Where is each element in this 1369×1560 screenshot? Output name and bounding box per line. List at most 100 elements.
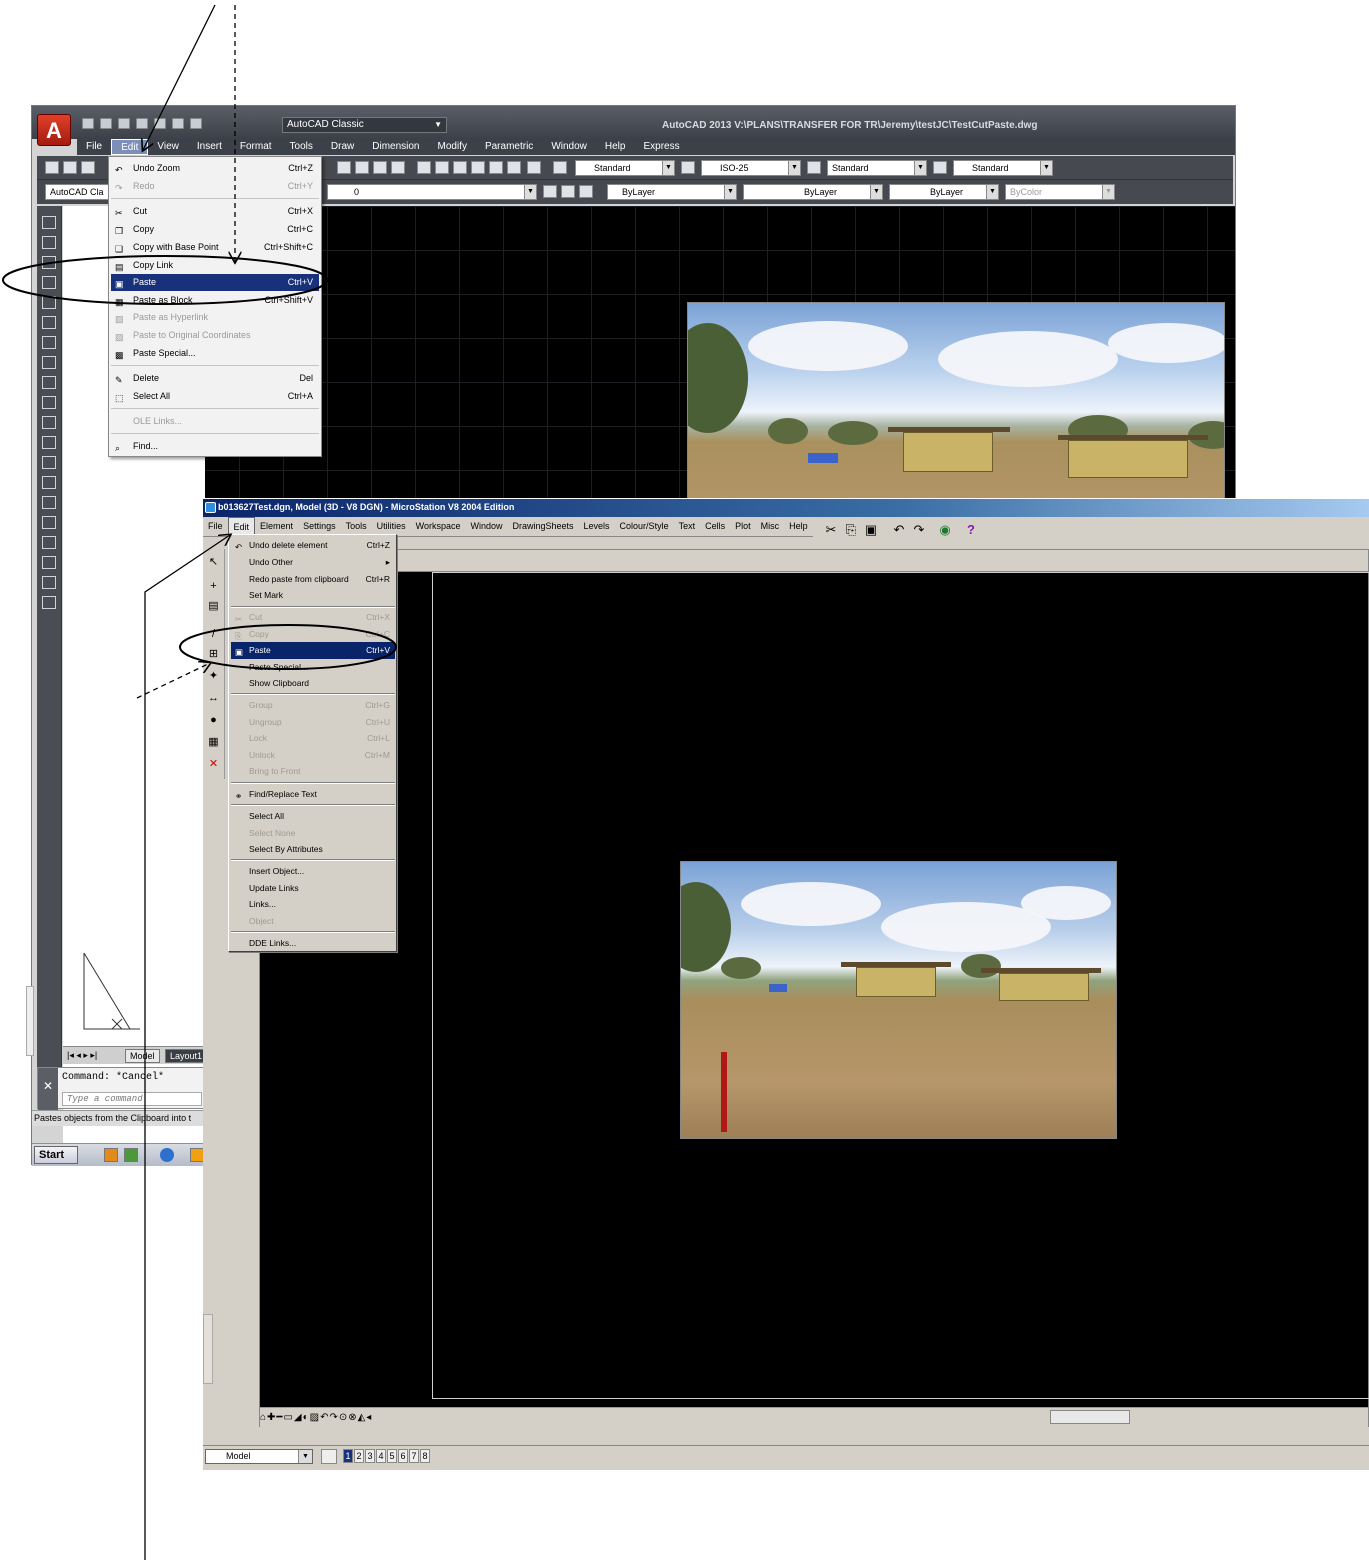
globe-icon[interactable]: ◉ (937, 522, 953, 538)
menu-item-copy-link[interactable]: ▤ Copy Link (111, 257, 319, 274)
start-button[interactable]: Start (34, 1146, 78, 1164)
menu-item-undo-other[interactable]: Undo Other ▸ (231, 554, 395, 571)
table-style-icon[interactable] (807, 161, 821, 174)
gradient-icon[interactable] (42, 516, 56, 529)
dim-style-combo[interactable]: ISO-25 ▼ (701, 160, 801, 176)
pasted-image[interactable] (687, 302, 1225, 502)
menu-drawingsheets[interactable]: DrawingSheets (508, 517, 579, 536)
menu-item-paste-special[interactable]: ▩ Paste Special... (111, 345, 319, 362)
mleader-style-combo[interactable]: Standard ▼ (953, 160, 1053, 176)
light-icon[interactable]: ✦ (206, 669, 221, 684)
menu-plot[interactable]: Plot (730, 517, 756, 536)
make-current-layer-icon[interactable] (543, 185, 557, 198)
menu-draw[interactable]: Draw (322, 139, 363, 155)
fence-icon[interactable]: + (206, 579, 221, 594)
workspace-dropdown[interactable]: AutoCAD Classic ▼ (282, 117, 447, 133)
table-icon[interactable] (42, 556, 56, 569)
menu-item-select-by-attributes[interactable]: Select By Attributes (231, 841, 395, 858)
close-icon[interactable]: ✕ (38, 1068, 58, 1110)
zoom-window-icon[interactable] (373, 161, 387, 174)
delete-icon[interactable]: ✕ (206, 757, 221, 772)
autocad-app-button[interactable]: A (37, 114, 71, 146)
explorer-icon[interactable] (124, 1148, 138, 1162)
menu-format[interactable]: Format (231, 139, 281, 155)
menu-item-paste[interactable]: ▣ Paste Ctrl+V (231, 642, 395, 659)
menu-item-paste-as-block[interactable]: ▦ Paste as Block Ctrl+Shift+V (111, 292, 319, 309)
menu-help[interactable]: Help (784, 517, 813, 536)
menu-item-select-all[interactable]: Select All (231, 808, 395, 825)
copy-icon[interactable]: ⎘ (843, 522, 859, 538)
menu-item-lock[interactable]: Lock Ctrl+L (231, 730, 395, 747)
menu-item-undo[interactable]: ↶ Undo delete element Ctrl+Z (231, 537, 395, 554)
undo-icon[interactable]: ↶ (891, 522, 907, 538)
redo-icon[interactable] (190, 118, 202, 129)
redo-icon[interactable]: ↷ (911, 522, 927, 538)
help-icon[interactable] (527, 161, 541, 174)
view-toggle-4[interactable]: 4 (376, 1449, 386, 1463)
outlook-icon[interactable] (104, 1148, 118, 1162)
horizontal-scrollbar[interactable] (1050, 1410, 1130, 1424)
menu-item-insert-object[interactable]: Insert Object... (231, 863, 395, 880)
internet-explorer-icon[interactable] (160, 1148, 174, 1162)
tab-nav-arrows[interactable]: |◂ ◂ ▸ ▸| (67, 1050, 97, 1061)
tool-palettes-icon[interactable] (453, 161, 467, 174)
save-icon[interactable] (118, 118, 130, 129)
layer-previous-icon[interactable] (561, 185, 575, 198)
saveas-icon[interactable] (136, 118, 148, 129)
menu-item-paste[interactable]: ▣ Paste Ctrl+V (111, 274, 319, 291)
undo-icon[interactable] (172, 118, 184, 129)
sheet-set-icon[interactable] (471, 161, 485, 174)
menu-file[interactable]: File (77, 139, 111, 155)
menu-item-copy[interactable]: ❐ Copy Ctrl+C (111, 221, 319, 238)
menu-item-update-links[interactable]: Update Links (231, 880, 395, 897)
view-toggle-3[interactable]: 3 (365, 1449, 375, 1463)
menu-item-object[interactable]: Object (231, 913, 395, 930)
menu-cells[interactable]: Cells (700, 517, 730, 536)
view-toggle-7[interactable]: 7 (409, 1449, 419, 1463)
line-icon[interactable]: / (206, 627, 221, 642)
view-toggle-8[interactable]: 8 (420, 1449, 430, 1463)
dim-style-icon[interactable] (681, 161, 695, 174)
mtext-icon[interactable] (42, 576, 56, 589)
menu-workspace[interactable]: Workspace (411, 517, 466, 536)
app-icon[interactable] (190, 1148, 204, 1162)
menu-item-copy[interactable]: ⎘ Copy Ctrl+C (231, 626, 395, 643)
menu-item-paste-as-hyperlink[interactable]: ▧ Paste as Hyperlink (111, 309, 319, 326)
menu-help[interactable]: Help (596, 139, 635, 155)
properties-icon[interactable] (417, 161, 431, 174)
region-icon[interactable] (42, 536, 56, 549)
command-input[interactable]: Type a command (62, 1092, 202, 1106)
palette-icon[interactable]: ● (206, 713, 221, 728)
menu-item-dde-links[interactable]: DDE Links... (231, 935, 395, 952)
menu-express[interactable]: Express (634, 139, 688, 155)
menu-item-copy-with-base-point[interactable]: ❏ Copy with Base Point Ctrl+Shift+C (111, 239, 319, 256)
markup-icon[interactable] (489, 161, 503, 174)
polygon-icon[interactable] (42, 276, 56, 289)
insert-block-icon[interactable] (42, 436, 56, 449)
make-block-icon[interactable] (42, 456, 56, 469)
arc-icon[interactable] (42, 316, 56, 329)
menu-item-ole-links[interactable]: OLE Links... (111, 413, 319, 430)
menu-text[interactable]: Text (674, 517, 701, 536)
menu-insert[interactable]: Insert (188, 139, 231, 155)
color-combo[interactable]: ByLayer ▼ (607, 184, 737, 200)
measure-icon[interactable]: ⊞ (206, 647, 221, 662)
menu-item-redo[interactable]: Redo paste from clipboard Ctrl+R (231, 571, 395, 588)
tab-layout1[interactable]: Layout1 (165, 1049, 208, 1063)
paste-icon[interactable]: ▣ (863, 522, 879, 538)
circle-icon[interactable] (42, 336, 56, 349)
menu-item-paste-to-original[interactable]: ▨ Paste to Original Coordinates (111, 327, 319, 344)
menu-item-find[interactable]: ⌕ Find... (111, 438, 319, 455)
open-icon[interactable] (100, 118, 112, 129)
view-toggle-2[interactable]: 2 (354, 1449, 364, 1463)
menu-dimension[interactable]: Dimension (363, 139, 428, 155)
zoom-realtime-icon[interactable] (355, 161, 369, 174)
view-toggle-1[interactable]: 1 (343, 1449, 353, 1463)
menu-item-cut[interactable]: ✂ Cut Ctrl+X (111, 203, 319, 220)
menu-item-redo[interactable]: ↷ Redo Ctrl+Y (111, 178, 319, 195)
text-style-combo[interactable]: Standard ▼ (575, 160, 675, 176)
ellipse-icon[interactable] (42, 396, 56, 409)
scissors-icon[interactable]: ✂ (823, 522, 839, 538)
layer-states-icon[interactable] (579, 185, 593, 198)
point-icon[interactable] (42, 476, 56, 489)
